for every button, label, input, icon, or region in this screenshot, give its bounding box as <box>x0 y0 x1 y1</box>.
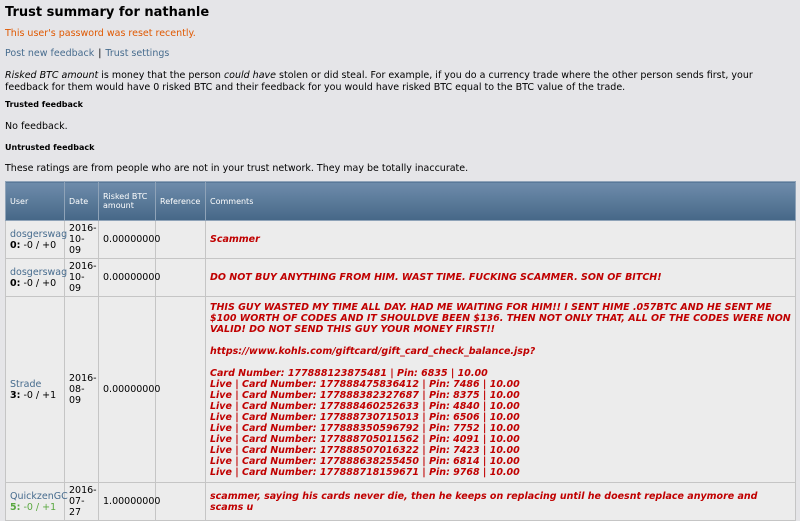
cell-reference <box>155 258 206 297</box>
user-link[interactable]: dosgerswag <box>10 267 67 278</box>
user-score-detail: -0 / +1 <box>20 501 57 513</box>
cell-reference <box>155 482 206 521</box>
cell-comment: THIS GUY WASTED MY TIME ALL DAY. HAD ME … <box>205 296 796 483</box>
cell-date: 2016- 10-09 <box>64 258 99 297</box>
cell-risked: 1.00000000 <box>98 482 160 521</box>
cell-risked: 0.00000000 <box>98 258 160 297</box>
comment-text: Scammer <box>210 234 791 245</box>
comment-line: Live | Card Number: 177888730715013 | Pi… <box>210 412 520 423</box>
post-new-feedback-link[interactable]: Post new feedback <box>5 48 94 59</box>
link-separator: | <box>98 48 102 59</box>
cell-user: dosgerswag 0: -0 / +0 <box>5 220 67 259</box>
comment-line: Live | Card Number: 177888507016322 | Pi… <box>210 445 520 456</box>
comment-text: THIS GUY WASTED MY TIME ALL DAY. HAD ME … <box>210 302 791 478</box>
date-monthday: 10-09 <box>69 272 85 294</box>
desc-term: Risked BTC amount <box>5 70 99 81</box>
comment-line: Live | Card Number: 177888382327687 | Pi… <box>210 390 520 401</box>
comment-line: Live | Card Number: 177888705011562 | Pi… <box>210 434 520 445</box>
page-title: Trust summary for nathanle <box>5 5 210 20</box>
no-feedback-text: No feedback. <box>5 121 68 132</box>
date-year: 2016- <box>69 485 97 496</box>
user-score: 3: <box>10 389 21 401</box>
comment-line: DO NOT BUY ANYTHING FROM HIM. WAST TIME.… <box>210 272 662 283</box>
cell-user: QuickzenGC 5: -0 / +1 <box>5 482 68 521</box>
cell-reference <box>155 296 206 483</box>
user-score: 5: <box>10 501 21 513</box>
header-comments[interactable]: Comments <box>205 181 796 221</box>
comment-line: Live | Card Number: 177888638255450 | Pi… <box>210 456 520 467</box>
feedback-table: User Date Risked BTC amount Reference Co… <box>5 181 796 521</box>
comment-line: Scammer <box>210 234 260 245</box>
user-score: 0: <box>10 239 21 251</box>
cell-date: 2016- 07-27 <box>64 482 99 521</box>
cell-user: dosgerswag 0: -0 / +0 <box>5 258 67 297</box>
comment-blank-line <box>210 357 791 368</box>
cell-user: Strade 3: -0 / +1 <box>5 296 65 483</box>
cell-reference <box>155 220 206 259</box>
cell-comment: DO NOT BUY ANYTHING FROM HIM. WAST TIME.… <box>205 258 796 297</box>
comment-line: Live | Card Number: 177888718159671 | Pi… <box>210 467 520 478</box>
user-score: 0: <box>10 277 21 289</box>
comment-text: scammer, saying his cards never die, the… <box>210 491 791 513</box>
feedback-links: Post new feedback | Trust settings <box>5 48 169 59</box>
comment-line: scammer, saying his cards never die, the… <box>210 490 758 513</box>
cell-comment: scammer, saying his cards never die, the… <box>205 482 796 521</box>
desc-text-1: is money that the person <box>98 70 224 81</box>
user-link[interactable]: Strade <box>10 379 41 390</box>
feedback-rows: dosgerswag 0: -0 / +0 2016- 10-09 0.00000000… <box>5 220 796 521</box>
date-year: 2016- <box>69 261 97 272</box>
page: Trust summary for nathanle This user's p… <box>0 0 800 521</box>
user-score-detail: -0 / +1 <box>20 389 57 401</box>
comment-line: https://www.kohls.com/giftcard/gift_card… <box>210 346 536 357</box>
password-reset-notice: This user's password was reset recently. <box>5 28 196 39</box>
cell-date: 2016- 10-09 <box>64 220 99 259</box>
date-monthday: 08-09 <box>69 384 85 406</box>
comment-line: THIS GUY WASTED MY TIME ALL DAY. HAD ME … <box>210 302 791 335</box>
comment-line: Live | Card Number: 177888350596792 | Pi… <box>210 423 520 434</box>
header-date[interactable]: Date <box>64 181 99 221</box>
untrusted-feedback-heading: Untrusted feedback <box>5 143 95 152</box>
user-link[interactable]: QuickzenGC <box>10 491 68 502</box>
comment-line: Card Number: 177888123875481 | Pin: 6835… <box>210 368 488 379</box>
cell-date: 2016- 08-09 <box>64 296 99 483</box>
table-row: Strade 3: -0 / +1 2016- 08-09 0.00000000 THIS… <box>5 296 796 483</box>
risked-btc-description: Risked BTC amount is money that the pers… <box>5 70 795 94</box>
header-risked[interactable]: Risked BTC amount <box>98 181 156 221</box>
user-score-detail: -0 / +0 <box>20 277 57 289</box>
table-header-row: User Date Risked BTC amount Reference Co… <box>5 181 796 221</box>
date-year: 2016- <box>69 373 97 384</box>
table-row: dosgerswag 0: -0 / +0 2016- 10-09 0.00000000… <box>5 220 796 259</box>
cell-risked: 0.00000000 <box>98 296 160 483</box>
trusted-feedback-heading: Trusted feedback <box>5 100 83 109</box>
comment-line: Live | Card Number: 177888475836412 | Pi… <box>210 379 520 390</box>
header-user[interactable]: User <box>5 181 65 221</box>
comment-text: DO NOT BUY ANYTHING FROM HIM. WAST TIME.… <box>210 272 791 283</box>
untrusted-note: These ratings are from people who are no… <box>5 163 469 174</box>
cell-risked: 0.00000000 <box>98 220 160 259</box>
trust-settings-link[interactable]: Trust settings <box>105 48 169 59</box>
comment-line: Live | Card Number: 177888460252633 | Pi… <box>210 401 520 412</box>
cell-comment: Scammer <box>205 220 796 259</box>
date-monthday: 10-09 <box>69 234 85 256</box>
date-year: 2016- <box>69 223 97 234</box>
table-row: QuickzenGC 5: -0 / +1 2016- 07-27 1.00000000… <box>5 482 796 521</box>
date-monthday: 07-27 <box>69 496 85 518</box>
user-score-detail: -0 / +0 <box>20 239 57 251</box>
header-reference[interactable]: Reference <box>155 181 206 221</box>
desc-emphasis: could have <box>223 70 276 81</box>
user-link[interactable]: dosgerswag <box>10 229 67 240</box>
comment-blank-line <box>210 335 791 346</box>
table-row: dosgerswag 0: -0 / +0 2016- 10-09 0.00000000… <box>5 258 796 297</box>
